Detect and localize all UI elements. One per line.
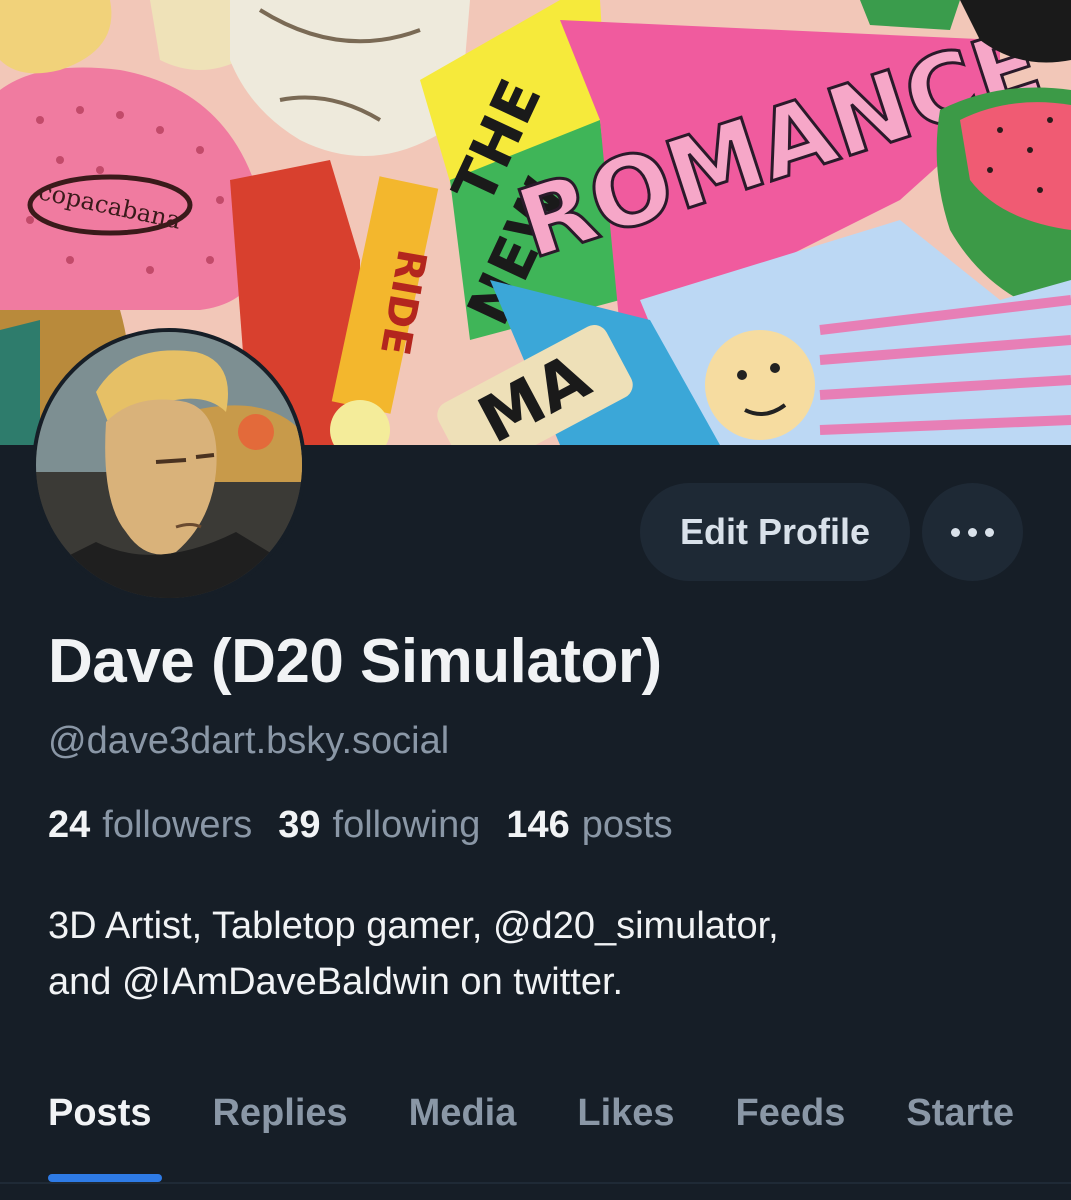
avatar-portrait	[36, 332, 302, 598]
posts-count: 146	[506, 804, 570, 846]
profile-handle: @dave3dart.bsky.social	[48, 720, 450, 762]
posts-stat: 146 posts	[506, 804, 672, 847]
tab-starter-packs[interactable]: Starte	[906, 1092, 1014, 1152]
display-name: Dave (D20 Simulator)	[48, 627, 662, 696]
tab-replies[interactable]: Replies	[212, 1092, 347, 1152]
following-stat[interactable]: 39 following	[278, 804, 480, 847]
tab-feeds[interactable]: Feeds	[736, 1092, 846, 1152]
profile-page: copacabana RIDE THE NEW ROMANCE MA Edit …	[0, 0, 1071, 1200]
bio-line: 3D Artist, Tabletop gamer, @d20_simulato…	[48, 905, 779, 947]
ellipsis-icon	[968, 527, 977, 537]
followers-label: followers	[102, 804, 253, 846]
profile-avatar[interactable]	[32, 328, 306, 602]
edit-profile-button[interactable]: Edit Profile	[640, 483, 910, 581]
profile-bio: 3D Artist, Tabletop gamer, @d20_simulato…	[48, 898, 1038, 1010]
bio-line: and @IAmDaveBaldwin on twitter.	[48, 961, 624, 1003]
followers-stat[interactable]: 24 followers	[48, 804, 252, 847]
tabs-divider	[0, 1182, 1071, 1184]
following-count: 39	[278, 804, 321, 846]
active-tab-indicator	[48, 1174, 162, 1182]
tab-posts[interactable]: Posts	[48, 1092, 151, 1152]
profile-tabs: Posts Replies Media Likes Feeds Starte	[48, 1092, 1071, 1152]
tab-media[interactable]: Media	[409, 1092, 517, 1152]
posts-label: posts	[581, 804, 673, 846]
followers-count: 24	[48, 804, 91, 846]
following-label: following	[332, 804, 481, 846]
tab-likes[interactable]: Likes	[577, 1092, 674, 1152]
ellipsis-icon	[985, 527, 994, 537]
more-options-button[interactable]	[922, 483, 1023, 581]
ellipsis-icon	[951, 527, 960, 537]
profile-stats: 24 followers 39 following 146 posts	[48, 804, 673, 847]
